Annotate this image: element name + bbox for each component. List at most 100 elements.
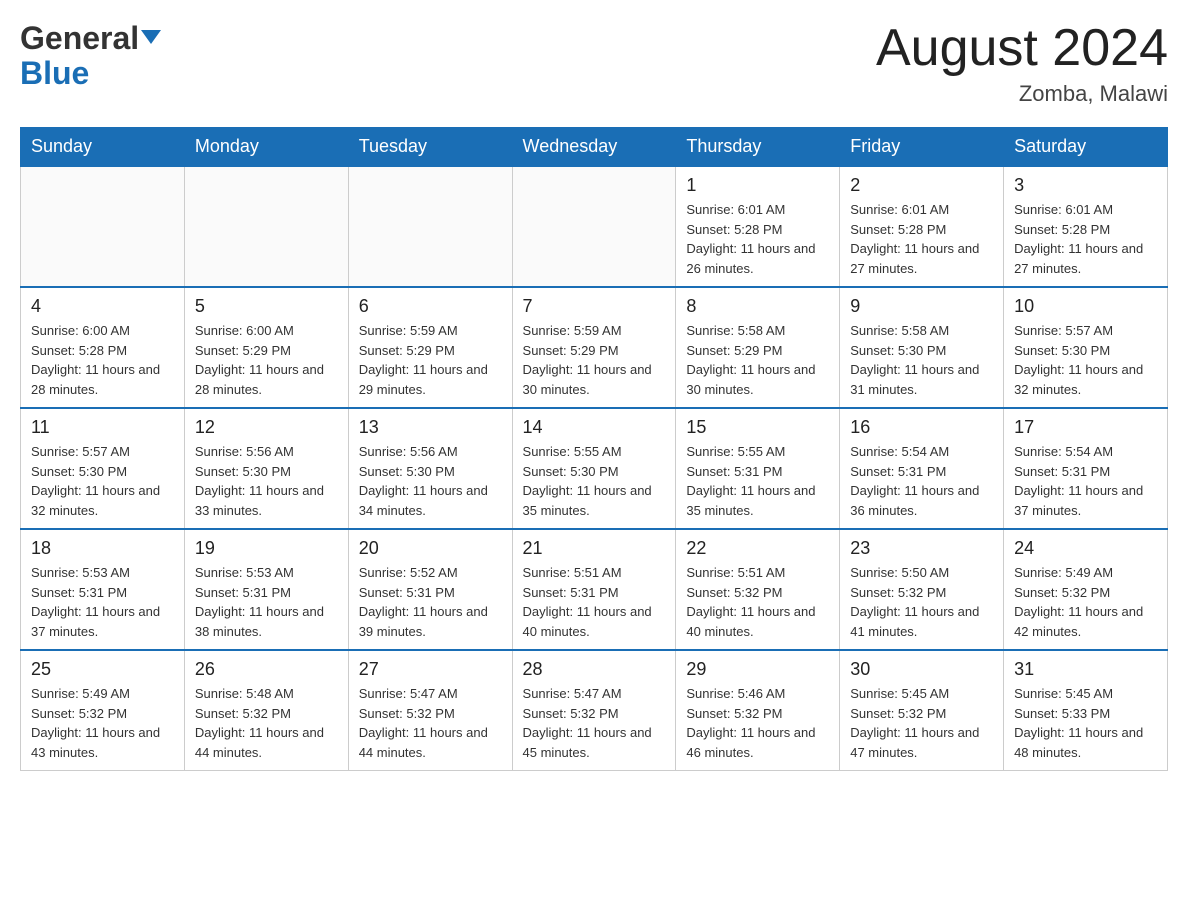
day-info: Sunrise: 6:00 AMSunset: 5:29 PMDaylight:… (195, 321, 338, 399)
day-number: 21 (523, 538, 666, 559)
day-info: Sunrise: 5:55 AMSunset: 5:30 PMDaylight:… (523, 442, 666, 520)
logo-blue-text: Blue (20, 57, 89, 89)
calendar-weekday-header: Saturday (1004, 128, 1168, 167)
calendar-day-cell: 21 Sunrise: 5:51 AMSunset: 5:31 PMDayligh… (512, 529, 676, 650)
day-number: 7 (523, 296, 666, 317)
day-info: Sunrise: 5:51 AMSunset: 5:31 PMDaylight:… (523, 563, 666, 641)
month-title: August 2024 (876, 20, 1168, 77)
calendar-day-cell: 29 Sunrise: 5:46 AMSunset: 5:32 PMDayligh… (676, 650, 840, 771)
calendar-day-cell: 6 Sunrise: 5:59 AMSunset: 5:29 PMDaylight… (348, 287, 512, 408)
day-info: Sunrise: 5:54 AMSunset: 5:31 PMDaylight:… (850, 442, 993, 520)
day-info: Sunrise: 5:57 AMSunset: 5:30 PMDaylight:… (1014, 321, 1157, 399)
calendar-day-cell: 1Sunrise: 6:01 AMSunset: 5:28 PMDaylight… (676, 166, 840, 287)
day-info: Sunrise: 5:46 AMSunset: 5:32 PMDaylight:… (686, 684, 829, 762)
calendar-day-cell: 18Sunrise: 5:53 AMSunset: 5:31 PMDayligh… (21, 529, 185, 650)
calendar-day-cell: 28 Sunrise: 5:47 AMSunset: 5:32 PMDayligh… (512, 650, 676, 771)
day-number: 14 (523, 417, 666, 438)
day-number: 1 (686, 175, 829, 196)
day-info: Sunrise: 5:56 AMSunset: 5:30 PMDaylight:… (359, 442, 502, 520)
day-number: 27 (359, 659, 502, 680)
calendar-week-row: 25Sunrise: 5:49 AMSunset: 5:32 PMDayligh… (21, 650, 1168, 771)
day-number: 9 (850, 296, 993, 317)
calendar-day-cell: 23Sunrise: 5:50 AMSunset: 5:32 PMDayligh… (840, 529, 1004, 650)
calendar-day-cell: 15 Sunrise: 5:55 AMSunset: 5:31 PMDayligh… (676, 408, 840, 529)
calendar-day-cell: 19Sunrise: 5:53 AMSunset: 5:31 PMDayligh… (184, 529, 348, 650)
day-number: 3 (1014, 175, 1157, 196)
day-number: 10 (1014, 296, 1157, 317)
day-number: 29 (686, 659, 829, 680)
day-info: Sunrise: 5:47 AMSunset: 5:32 PMDaylight:… (523, 684, 666, 762)
day-number: 8 (686, 296, 829, 317)
calendar-day-cell: 9 Sunrise: 5:58 AMSunset: 5:30 PMDaylight… (840, 287, 1004, 408)
calendar-day-cell: 26Sunrise: 5:48 AMSunset: 5:32 PMDayligh… (184, 650, 348, 771)
day-number: 4 (31, 296, 174, 317)
calendar-day-cell (348, 166, 512, 287)
day-number: 15 (686, 417, 829, 438)
calendar-day-cell: 5 Sunrise: 6:00 AMSunset: 5:29 PMDaylight… (184, 287, 348, 408)
logo: General Blue (20, 20, 161, 89)
calendar-day-cell: 31Sunrise: 5:45 AMSunset: 5:33 PMDayligh… (1004, 650, 1168, 771)
day-number: 6 (359, 296, 502, 317)
day-info: Sunrise: 5:45 AMSunset: 5:32 PMDaylight:… (850, 684, 993, 762)
day-info: Sunrise: 5:55 AMSunset: 5:31 PMDaylight:… (686, 442, 829, 520)
day-number: 20 (359, 538, 502, 559)
day-info: Sunrise: 5:57 AMSunset: 5:30 PMDaylight:… (31, 442, 174, 520)
day-info: Sunrise: 6:01 AMSunset: 5:28 PMDaylight:… (1014, 200, 1157, 278)
calendar-weekday-header: Sunday (21, 128, 185, 167)
day-number: 28 (523, 659, 666, 680)
day-info: Sunrise: 5:59 AMSunset: 5:29 PMDaylight:… (359, 321, 502, 399)
calendar-day-cell: 17 Sunrise: 5:54 AMSunset: 5:31 PMDayligh… (1004, 408, 1168, 529)
day-info: Sunrise: 5:58 AMSunset: 5:29 PMDaylight:… (686, 321, 829, 399)
calendar-day-cell: 30 Sunrise: 5:45 AMSunset: 5:32 PMDayligh… (840, 650, 1004, 771)
title-area: August 2024 Zomba, Malawi (876, 20, 1168, 107)
calendar-day-cell: 7Sunrise: 5:59 AMSunset: 5:29 PMDaylight… (512, 287, 676, 408)
calendar-day-cell: 20 Sunrise: 5:52 AMSunset: 5:31 PMDayligh… (348, 529, 512, 650)
calendar-week-row: 1 Sunrise: 6:01 AMSunset: 5:28 PMDaylight… (21, 166, 1168, 287)
day-number: 13 (359, 417, 502, 438)
calendar-day-cell (21, 166, 185, 287)
calendar-body: 1 Sunrise: 6:01 AMSunset: 5:28 PMDaylight… (21, 166, 1168, 771)
calendar-weekday-header: Thursday (676, 128, 840, 167)
day-number: 26 (195, 659, 338, 680)
calendar-day-cell: 8 Sunrise: 5:58 AMSunset: 5:29 PMDaylight… (676, 287, 840, 408)
logo-triangle-icon (141, 30, 161, 44)
location: Zomba, Malawi (876, 81, 1168, 107)
calendar-day-cell: 24Sunrise: 5:49 AMSunset: 5:32 PMDayligh… (1004, 529, 1168, 650)
day-number: 16 (850, 417, 993, 438)
calendar-weekday-header: Monday (184, 128, 348, 167)
calendar-weekday-header: Wednesday (512, 128, 676, 167)
day-info: Sunrise: 5:52 AMSunset: 5:31 PMDaylight:… (359, 563, 502, 641)
page-header: General Blue August 2024 Zomba, Malawi (20, 20, 1168, 107)
day-info: Sunrise: 5:45 AMSunset: 5:33 PMDaylight:… (1014, 684, 1157, 762)
day-info: Sunrise: 5:56 AMSunset: 5:30 PMDaylight:… (195, 442, 338, 520)
calendar-day-cell: 11 Sunrise: 5:57 AMSunset: 5:30 PMDayligh… (21, 408, 185, 529)
day-info: Sunrise: 6:01 AMSunset: 5:28 PMDaylight:… (850, 200, 993, 278)
calendar-day-cell: 13 Sunrise: 5:56 AMSunset: 5:30 PMDayligh… (348, 408, 512, 529)
calendar-day-cell: 25Sunrise: 5:49 AMSunset: 5:32 PMDayligh… (21, 650, 185, 771)
calendar-week-row: 18Sunrise: 5:53 AMSunset: 5:31 PMDayligh… (21, 529, 1168, 650)
day-info: Sunrise: 5:51 AMSunset: 5:32 PMDaylight:… (686, 563, 829, 641)
day-info: Sunrise: 5:49 AMSunset: 5:32 PMDaylight:… (31, 684, 174, 762)
day-number: 23 (850, 538, 993, 559)
day-info: Sunrise: 5:47 AMSunset: 5:32 PMDaylight:… (359, 684, 502, 762)
calendar-weekday-header: Friday (840, 128, 1004, 167)
calendar-week-row: 11 Sunrise: 5:57 AMSunset: 5:30 PMDayligh… (21, 408, 1168, 529)
calendar-day-cell: 12Sunrise: 5:56 AMSunset: 5:30 PMDayligh… (184, 408, 348, 529)
calendar-day-cell: 27 Sunrise: 5:47 AMSunset: 5:32 PMDayligh… (348, 650, 512, 771)
calendar-day-cell: 14 Sunrise: 5:55 AMSunset: 5:30 PMDayligh… (512, 408, 676, 529)
day-number: 2 (850, 175, 993, 196)
calendar-week-row: 4Sunrise: 6:00 AMSunset: 5:28 PMDaylight… (21, 287, 1168, 408)
calendar-day-cell: 16 Sunrise: 5:54 AMSunset: 5:31 PMDayligh… (840, 408, 1004, 529)
calendar-header-row: SundayMondayTuesdayWednesdayThursdayFrid… (21, 128, 1168, 167)
day-info: Sunrise: 5:58 AMSunset: 5:30 PMDaylight:… (850, 321, 993, 399)
day-number: 5 (195, 296, 338, 317)
day-number: 17 (1014, 417, 1157, 438)
day-number: 30 (850, 659, 993, 680)
day-number: 22 (686, 538, 829, 559)
day-number: 24 (1014, 538, 1157, 559)
day-info: Sunrise: 5:53 AMSunset: 5:31 PMDaylight:… (195, 563, 338, 641)
day-info: Sunrise: 5:54 AMSunset: 5:31 PMDaylight:… (1014, 442, 1157, 520)
calendar-day-cell: 10 Sunrise: 5:57 AMSunset: 5:30 PMDayligh… (1004, 287, 1168, 408)
calendar-day-cell: 22 Sunrise: 5:51 AMSunset: 5:32 PMDayligh… (676, 529, 840, 650)
day-number: 11 (31, 417, 174, 438)
